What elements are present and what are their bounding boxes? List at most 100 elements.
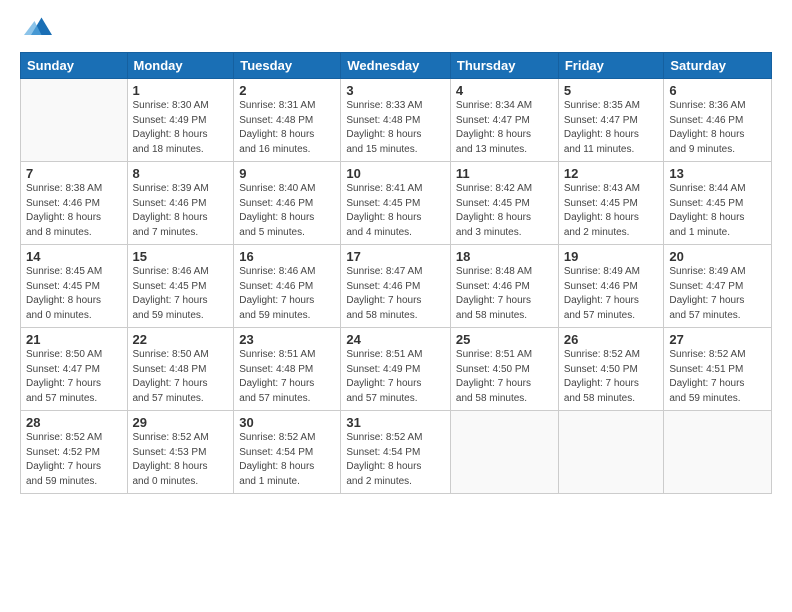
day-info: Sunrise: 8:51 AM Sunset: 4:48 PM Dayligh…: [239, 348, 335, 406]
day-number: 25: [456, 332, 553, 347]
day-number: 16: [239, 249, 335, 264]
day-number: 23: [239, 332, 335, 347]
calendar-cell: 29Sunrise: 8:52 AM Sunset: 4:53 PM Dayli…: [127, 411, 234, 494]
day-info: Sunrise: 8:41 AM Sunset: 4:45 PM Dayligh…: [346, 182, 445, 240]
calendar-cell: 22Sunrise: 8:50 AM Sunset: 4:48 PM Dayli…: [127, 328, 234, 411]
calendar-cell: 5Sunrise: 8:35 AM Sunset: 4:47 PM Daylig…: [558, 79, 664, 162]
day-info: Sunrise: 8:31 AM Sunset: 4:48 PM Dayligh…: [239, 99, 335, 157]
calendar-cell: 19Sunrise: 8:49 AM Sunset: 4:46 PM Dayli…: [558, 245, 664, 328]
day-number: 19: [564, 249, 659, 264]
day-info: Sunrise: 8:51 AM Sunset: 4:49 PM Dayligh…: [346, 348, 445, 406]
day-number: 5: [564, 83, 659, 98]
day-info: Sunrise: 8:52 AM Sunset: 4:54 PM Dayligh…: [239, 431, 335, 489]
calendar-cell: 11Sunrise: 8:42 AM Sunset: 4:45 PM Dayli…: [450, 162, 558, 245]
day-info: Sunrise: 8:52 AM Sunset: 4:50 PM Dayligh…: [564, 348, 659, 406]
weekday-header: Wednesday: [341, 53, 451, 79]
day-info: Sunrise: 8:33 AM Sunset: 4:48 PM Dayligh…: [346, 99, 445, 157]
day-info: Sunrise: 8:35 AM Sunset: 4:47 PM Dayligh…: [564, 99, 659, 157]
day-number: 28: [26, 415, 122, 430]
calendar-cell: 25Sunrise: 8:51 AM Sunset: 4:50 PM Dayli…: [450, 328, 558, 411]
day-number: 11: [456, 166, 553, 181]
day-info: Sunrise: 8:50 AM Sunset: 4:47 PM Dayligh…: [26, 348, 122, 406]
calendar-table: SundayMondayTuesdayWednesdayThursdayFrid…: [20, 52, 772, 494]
day-number: 9: [239, 166, 335, 181]
day-info: Sunrise: 8:47 AM Sunset: 4:46 PM Dayligh…: [346, 265, 445, 323]
day-number: 3: [346, 83, 445, 98]
calendar-cell: 14Sunrise: 8:45 AM Sunset: 4:45 PM Dayli…: [21, 245, 128, 328]
day-info: Sunrise: 8:40 AM Sunset: 4:46 PM Dayligh…: [239, 182, 335, 240]
calendar-week-row: 7Sunrise: 8:38 AM Sunset: 4:46 PM Daylig…: [21, 162, 772, 245]
calendar-cell: 15Sunrise: 8:46 AM Sunset: 4:45 PM Dayli…: [127, 245, 234, 328]
weekday-header: Tuesday: [234, 53, 341, 79]
day-number: 10: [346, 166, 445, 181]
calendar-cell: 24Sunrise: 8:51 AM Sunset: 4:49 PM Dayli…: [341, 328, 451, 411]
calendar-cell: [558, 411, 664, 494]
calendar-cell: 10Sunrise: 8:41 AM Sunset: 4:45 PM Dayli…: [341, 162, 451, 245]
day-number: 7: [26, 166, 122, 181]
day-info: Sunrise: 8:46 AM Sunset: 4:45 PM Dayligh…: [133, 265, 229, 323]
day-info: Sunrise: 8:52 AM Sunset: 4:51 PM Dayligh…: [669, 348, 766, 406]
day-info: Sunrise: 8:52 AM Sunset: 4:52 PM Dayligh…: [26, 431, 122, 489]
day-number: 14: [26, 249, 122, 264]
calendar-cell: 16Sunrise: 8:46 AM Sunset: 4:46 PM Dayli…: [234, 245, 341, 328]
calendar-cell: 6Sunrise: 8:36 AM Sunset: 4:46 PM Daylig…: [664, 79, 772, 162]
day-number: 18: [456, 249, 553, 264]
calendar-cell: 18Sunrise: 8:48 AM Sunset: 4:46 PM Dayli…: [450, 245, 558, 328]
day-info: Sunrise: 8:51 AM Sunset: 4:50 PM Dayligh…: [456, 348, 553, 406]
calendar-week-row: 1Sunrise: 8:30 AM Sunset: 4:49 PM Daylig…: [21, 79, 772, 162]
day-number: 31: [346, 415, 445, 430]
day-number: 21: [26, 332, 122, 347]
day-number: 13: [669, 166, 766, 181]
day-number: 15: [133, 249, 229, 264]
day-info: Sunrise: 8:38 AM Sunset: 4:46 PM Dayligh…: [26, 182, 122, 240]
calendar-cell: 27Sunrise: 8:52 AM Sunset: 4:51 PM Dayli…: [664, 328, 772, 411]
day-info: Sunrise: 8:44 AM Sunset: 4:45 PM Dayligh…: [669, 182, 766, 240]
day-number: 27: [669, 332, 766, 347]
day-number: 26: [564, 332, 659, 347]
day-number: 24: [346, 332, 445, 347]
day-number: 22: [133, 332, 229, 347]
day-info: Sunrise: 8:45 AM Sunset: 4:45 PM Dayligh…: [26, 265, 122, 323]
logo: [20, 18, 52, 42]
calendar-cell: 17Sunrise: 8:47 AM Sunset: 4:46 PM Dayli…: [341, 245, 451, 328]
calendar-cell: 13Sunrise: 8:44 AM Sunset: 4:45 PM Dayli…: [664, 162, 772, 245]
calendar-cell: 26Sunrise: 8:52 AM Sunset: 4:50 PM Dayli…: [558, 328, 664, 411]
calendar-cell: 20Sunrise: 8:49 AM Sunset: 4:47 PM Dayli…: [664, 245, 772, 328]
day-info: Sunrise: 8:49 AM Sunset: 4:46 PM Dayligh…: [564, 265, 659, 323]
day-number: 12: [564, 166, 659, 181]
day-number: 17: [346, 249, 445, 264]
weekday-header: Saturday: [664, 53, 772, 79]
calendar-cell: [664, 411, 772, 494]
day-info: Sunrise: 8:52 AM Sunset: 4:54 PM Dayligh…: [346, 431, 445, 489]
calendar-cell: [21, 79, 128, 162]
day-number: 4: [456, 83, 553, 98]
calendar-cell: [450, 411, 558, 494]
calendar-cell: 31Sunrise: 8:52 AM Sunset: 4:54 PM Dayli…: [341, 411, 451, 494]
calendar-week-row: 21Sunrise: 8:50 AM Sunset: 4:47 PM Dayli…: [21, 328, 772, 411]
day-info: Sunrise: 8:43 AM Sunset: 4:45 PM Dayligh…: [564, 182, 659, 240]
calendar-cell: 9Sunrise: 8:40 AM Sunset: 4:46 PM Daylig…: [234, 162, 341, 245]
calendar-cell: 23Sunrise: 8:51 AM Sunset: 4:48 PM Dayli…: [234, 328, 341, 411]
day-info: Sunrise: 8:36 AM Sunset: 4:46 PM Dayligh…: [669, 99, 766, 157]
day-number: 2: [239, 83, 335, 98]
calendar-week-row: 14Sunrise: 8:45 AM Sunset: 4:45 PM Dayli…: [21, 245, 772, 328]
day-info: Sunrise: 8:30 AM Sunset: 4:49 PM Dayligh…: [133, 99, 229, 157]
header: [20, 18, 772, 42]
calendar-cell: 8Sunrise: 8:39 AM Sunset: 4:46 PM Daylig…: [127, 162, 234, 245]
day-info: Sunrise: 8:48 AM Sunset: 4:46 PM Dayligh…: [456, 265, 553, 323]
calendar-cell: 1Sunrise: 8:30 AM Sunset: 4:49 PM Daylig…: [127, 79, 234, 162]
header-row: SundayMondayTuesdayWednesdayThursdayFrid…: [21, 53, 772, 79]
calendar-cell: 7Sunrise: 8:38 AM Sunset: 4:46 PM Daylig…: [21, 162, 128, 245]
day-number: 8: [133, 166, 229, 181]
day-info: Sunrise: 8:34 AM Sunset: 4:47 PM Dayligh…: [456, 99, 553, 157]
day-info: Sunrise: 8:50 AM Sunset: 4:48 PM Dayligh…: [133, 348, 229, 406]
day-info: Sunrise: 8:52 AM Sunset: 4:53 PM Dayligh…: [133, 431, 229, 489]
page: SundayMondayTuesdayWednesdayThursdayFrid…: [0, 0, 792, 612]
day-number: 30: [239, 415, 335, 430]
calendar-week-row: 28Sunrise: 8:52 AM Sunset: 4:52 PM Dayli…: [21, 411, 772, 494]
calendar-cell: 30Sunrise: 8:52 AM Sunset: 4:54 PM Dayli…: [234, 411, 341, 494]
weekday-header: Sunday: [21, 53, 128, 79]
day-number: 1: [133, 83, 229, 98]
weekday-header: Friday: [558, 53, 664, 79]
calendar-cell: 21Sunrise: 8:50 AM Sunset: 4:47 PM Dayli…: [21, 328, 128, 411]
